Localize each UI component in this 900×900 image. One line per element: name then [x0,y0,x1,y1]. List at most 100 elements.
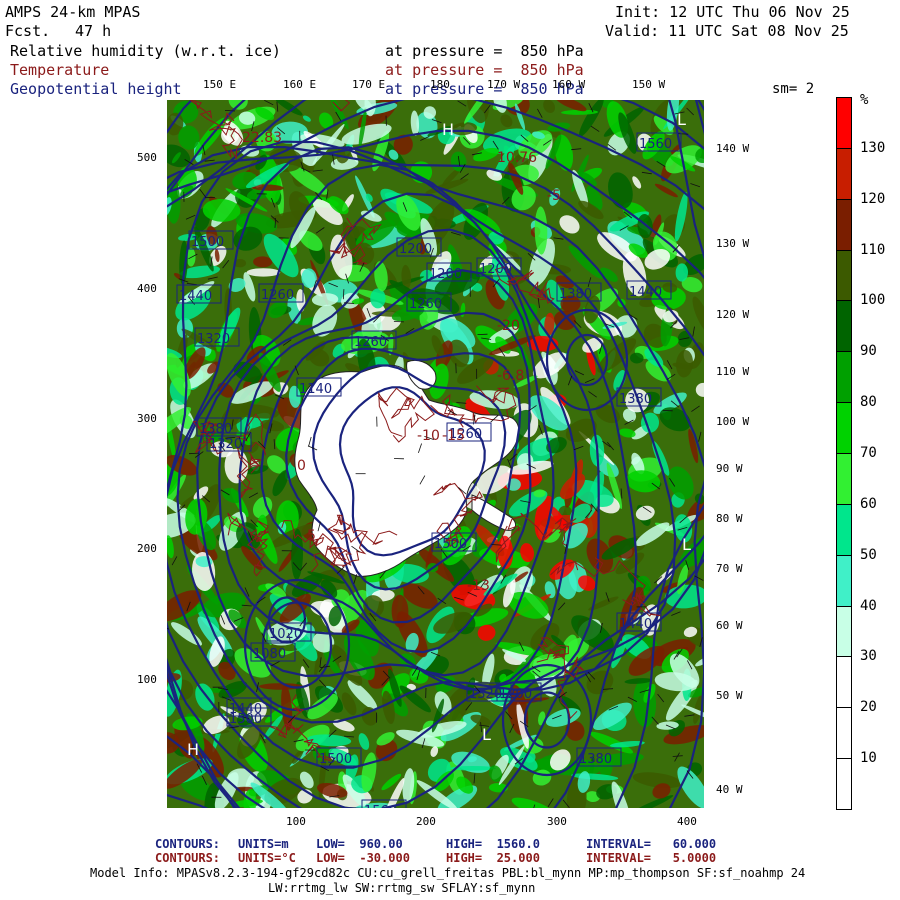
temp-contour-label: -6.8 [497,368,524,384]
colorbar-label: 10 [860,750,877,767]
smoothing-label: sm= 2 [772,81,815,97]
temp-contour-label: -5 [547,188,561,204]
y-tick-100: 100 [137,673,157,686]
height-contour-label: 1560 [639,137,672,152]
height-contour-label: 1260 [409,297,442,312]
pressure-center-mark: H [442,120,454,139]
valid-time: Valid: 11 UTC Sat 08 Nov 25 [605,22,849,40]
height-contour-label: 1440 [179,289,212,304]
lon-label-90w: 90 W [716,462,743,475]
height-contour-label: 1200 [499,687,532,702]
forecast-hours: 47 h [75,22,112,40]
height-contour-label: 1260 [354,335,387,350]
lon-label-110w: 110 W [716,365,750,378]
colorbar-label: 50 [860,546,877,563]
colorbar-unit: % [860,92,869,108]
field-temp-level: at pressure = 850 hPa [385,61,584,79]
colorbar-segment [836,503,852,556]
lon-label-150w: 150 W [632,78,666,91]
contour-height-high: HIGH= 1560.0 [446,837,540,851]
contour-temp-low: LOW= -30.000 [316,851,410,865]
colorbar-segment [836,758,852,810]
colorbar-label: 100 [860,292,886,309]
colorbar-segment [836,249,852,302]
pressure-center-mark: L [682,535,691,554]
colorbar-segment [836,351,852,404]
height-contour-label: 1200 [429,267,462,282]
y-tick-400: 400 [137,282,157,295]
colorbar-segment [836,554,852,607]
rh-patch [370,288,386,309]
rh-patch [246,268,281,277]
lon-label-130w: 130 W [716,237,750,250]
y-tick-500: 500 [137,151,157,164]
height-contour-label: 1380 [619,392,652,407]
temp-contour-label: -15 [442,428,465,444]
field-rh-name: Relative humidity (w.r.t. ice) [10,42,281,60]
colorbar-segment [836,605,852,658]
colorbar-segment [836,656,852,709]
height-contour-label: 1380 [579,752,612,767]
colorbar-label: 130 [860,139,886,156]
height-contour-label: 1260 [261,288,294,303]
colorbar-label: 80 [860,394,877,411]
height-contour-label: 1200 [479,262,512,277]
map-canvas: 1500 1440 1320 1260 1200 1140 1080 1020 1200 1380… [167,100,704,808]
y-tick-300: 300 [137,412,157,425]
forecast-label: Fcst. [5,22,51,40]
contour-temp-units: UNITS=°C [238,851,296,865]
contour-temp-high: HIGH= 25.000 [446,851,540,865]
height-contour-label: 1560 [364,804,397,808]
contour-height-interval: INTERVAL= 60.000 [586,837,717,851]
lon-label-150e: 150 E [203,78,237,91]
height-contour-label: 1500 [191,235,224,250]
colorbar-segment [836,147,852,200]
lon-label-170w: 170 W [487,78,521,91]
colorbar-label: 40 [860,597,877,614]
lon-label-170e: 170 E [352,78,386,91]
colorbar-label: 30 [860,648,877,665]
temp-contour-label: 22.83 [242,130,282,146]
colorbar-segment [836,300,852,353]
height-contour-label: 1440 [229,702,262,717]
field-height-name: Geopotential height [10,80,182,98]
height-contour-label: 1320 [209,437,242,452]
lon-label-80w: 80 W [716,512,743,525]
init-time: Init: 12 UTC Thu 06 Nov 25 [615,3,850,21]
temp-contour-label: -13 [467,578,490,594]
colorbar-label: 120 [860,190,886,207]
height-contour-label: 1500 [434,537,467,552]
height-contour-label: 1020 [269,627,302,642]
model-info-line1: Model Info: MPASv8.2.3-194-gf29cd82c CU:… [90,866,806,880]
field-temp-name: Temperature [10,61,110,79]
colorbar-segment [836,453,852,505]
temp-contour-label: -20 [497,318,520,334]
height-contour-label: 1440 [619,617,652,632]
lon-label-40w: 40 W [716,783,743,796]
colorbar-label: 70 [860,445,877,461]
lon-label-160w: 160 W [552,78,586,91]
height-contour-label: 1140 [299,382,332,397]
height-contour-label: 1380 [199,422,232,437]
colorbar-segment [836,198,852,251]
pressure-center-mark: L [677,110,686,129]
lon-label-50w: 50 W [716,689,743,702]
model-title: AMPS 24-km MPAS [5,3,141,21]
temp-contour-label: 10.76 [497,150,537,166]
contour-height-label: CONTOURS: [155,837,221,851]
x-tick-100: 100 [286,815,306,828]
lon-label-120w: 120 W [716,308,750,321]
height-contour-label: 1380 [559,287,592,302]
lon-label-100w: 100 W [716,415,750,428]
field-rh-level: at pressure = 850 hPa [385,42,584,60]
colorbar-segment [836,707,852,760]
colorbar [836,97,852,810]
x-tick-300: 300 [547,815,567,828]
contour-temp-label: CONTOURS: [155,851,221,865]
temp-contour-label: -10 [417,428,440,444]
rh-patch [423,106,436,119]
colorbar-segment [836,402,852,454]
pressure-center-mark: L [482,725,491,744]
colorbar-label: 60 [860,495,877,512]
model-info-line2: LW:rrtmg_lw SW:rrtmg_sw SFLAY:sf_mynn [268,881,536,895]
